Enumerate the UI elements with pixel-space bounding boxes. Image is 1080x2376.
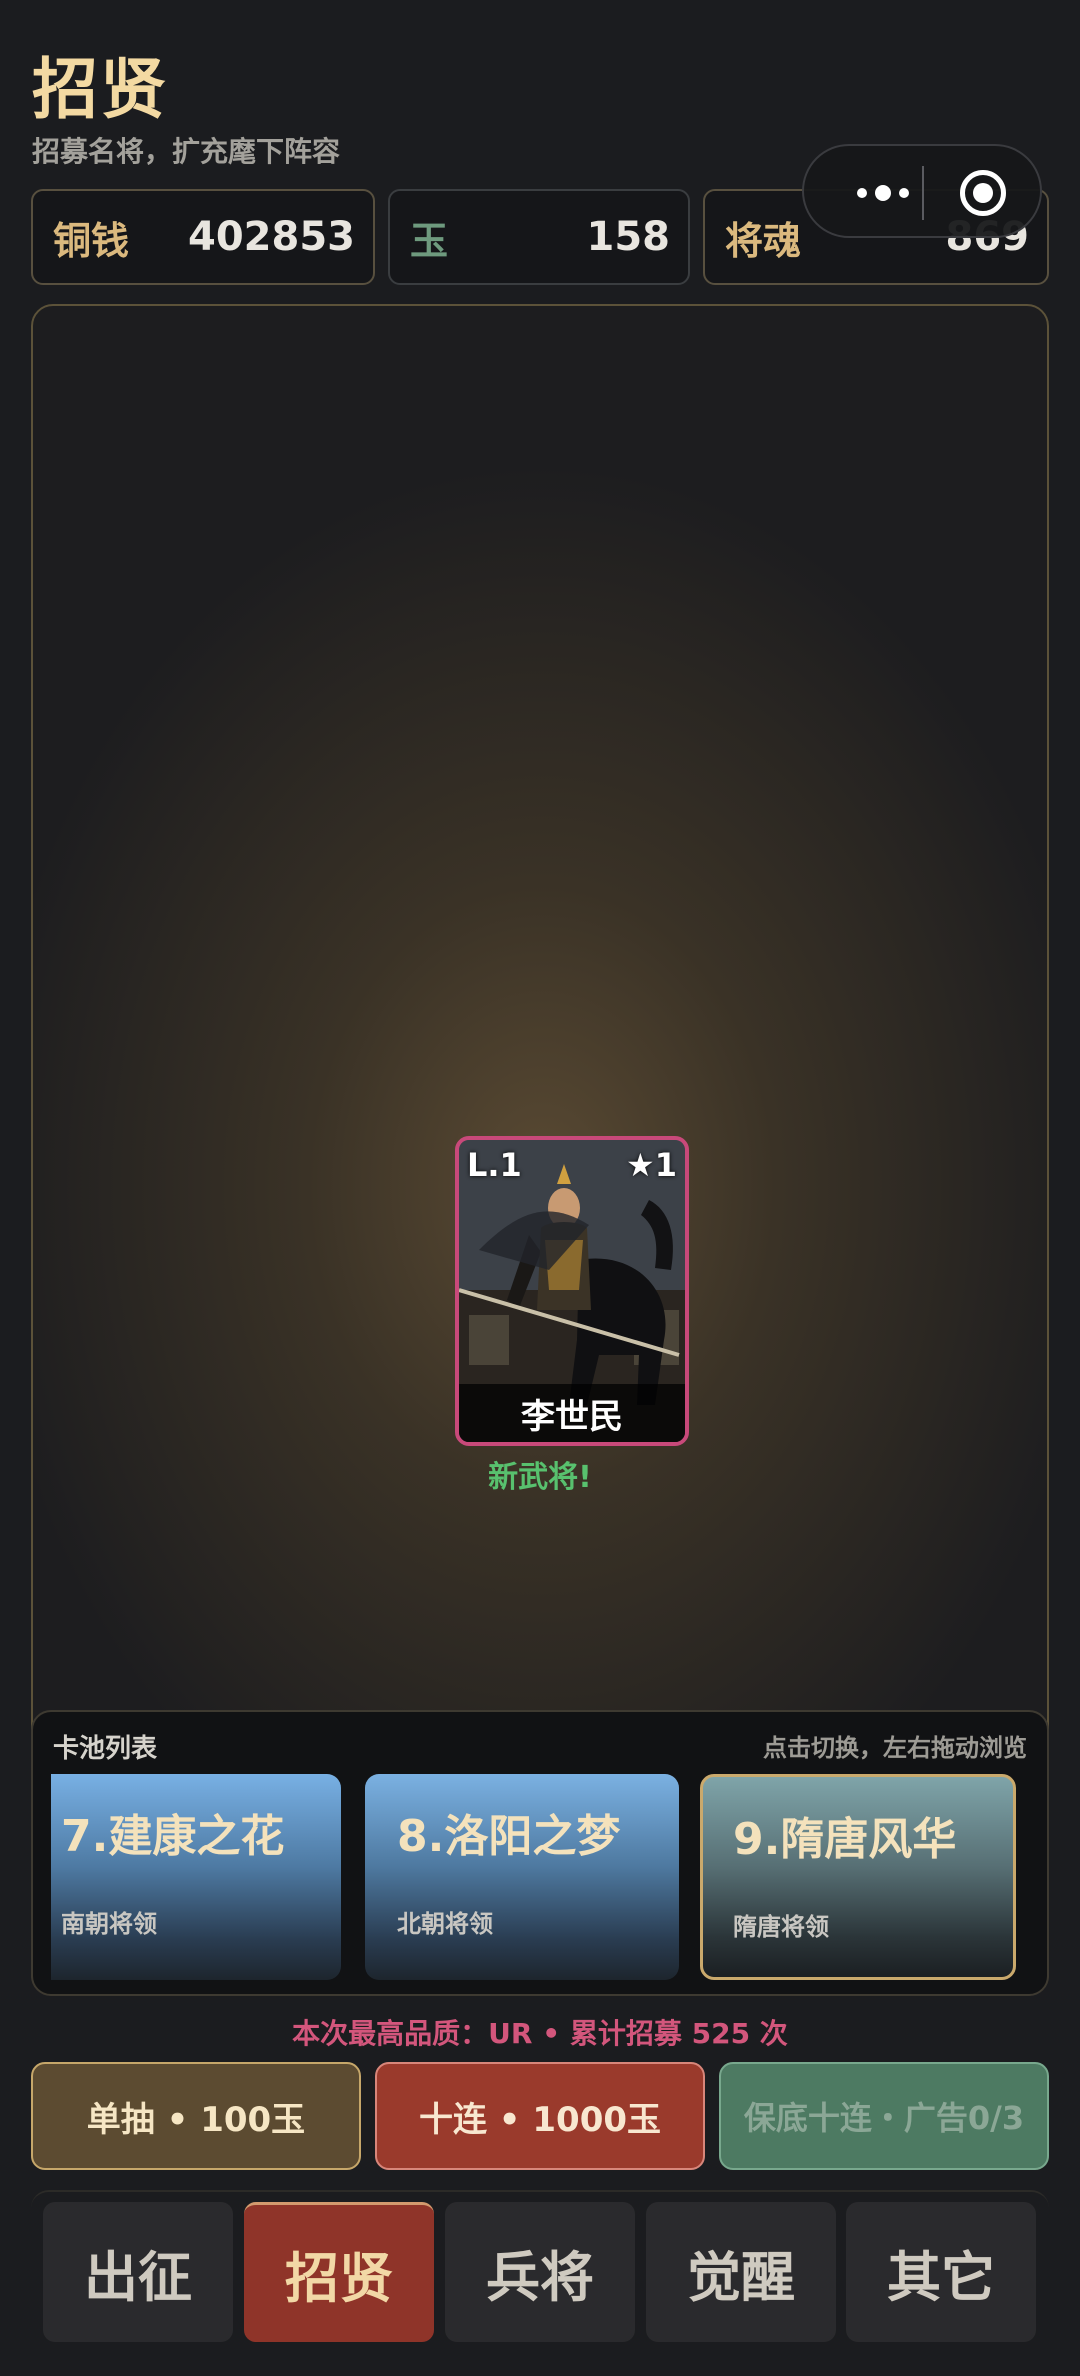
hero-level: L.1 — [467, 1146, 522, 1184]
pool-card-subtitle: 隋唐将领 — [733, 1913, 829, 1941]
pool-card-9-selected[interactable]: 9.隋唐风华 隋唐将领 — [700, 1774, 1016, 1980]
resource-jade-value: 158 — [586, 214, 671, 260]
close-miniprogram-icon[interactable] — [960, 170, 1006, 216]
tab-awaken[interactable]: 觉醒 — [646, 2202, 836, 2342]
single-draw-button[interactable]: 单抽 • 100玉 — [31, 2062, 361, 2170]
hero-star-rating: ★1 — [626, 1146, 677, 1184]
resource-jade: 玉 158 — [388, 189, 690, 285]
tab-other[interactable]: 其它 — [846, 2202, 1036, 2342]
page-title: 招贤 — [32, 51, 168, 128]
miniprogram-capsule — [802, 144, 1042, 238]
pool-card-subtitle: 南朝将领 — [61, 1910, 157, 1938]
capsule-divider — [922, 166, 924, 220]
recruit-summary: 本次最高品质：UR • 累计招募 525 次 — [292, 2017, 788, 2050]
pool-card-title: 8.洛阳之梦 — [397, 1811, 621, 1862]
page-subtitle: 招募名将，扩充麾下阵容 — [32, 135, 341, 168]
ten-draw-button[interactable]: 十连 • 1000玉 — [375, 2062, 705, 2170]
pool-list-title: 卡池列表 — [53, 1734, 158, 1764]
pool-card-title: 7.建康之花 — [61, 1811, 285, 1862]
new-hero-badge: 新武将! — [488, 1460, 592, 1495]
hero-card[interactable]: L.1 ★1 李世民 — [455, 1136, 689, 1446]
hero-name: 李世民 — [459, 1384, 685, 1442]
resource-coin: 铜钱 402853 — [31, 189, 375, 285]
more-menu-icon[interactable] — [838, 146, 928, 240]
resource-soul-label: 将魂 — [725, 218, 802, 263]
tab-recruit[interactable]: 招贤 — [244, 2202, 434, 2342]
resource-jade-label: 玉 — [410, 218, 449, 263]
recruit-page: 招贤 招募名将，扩充麾下阵容 铜钱 402853 玉 158 将魂 869 — [0, 0, 1080, 2376]
pool-card-subtitle: 北朝将领 — [397, 1910, 493, 1938]
pool-card-title: 9.隋唐风华 — [733, 1814, 957, 1865]
pool-card-7[interactable]: 7.建康之花 南朝将领 — [51, 1774, 341, 1980]
resource-coin-value: 402853 — [188, 214, 355, 260]
resource-coin-label: 铜钱 — [53, 218, 130, 263]
card-pool-list: 卡池列表 点击切换，左右拖动浏览 7.建康之花 南朝将领 8.洛阳之梦 北朝将领… — [31, 1710, 1049, 1996]
tab-generals[interactable]: 兵将 — [445, 2202, 635, 2342]
guarantee-ad-draw-button[interactable]: 保底十连・广告0/3 — [719, 2062, 1049, 2170]
pool-card-8[interactable]: 8.洛阳之梦 北朝将领 — [365, 1774, 679, 1980]
pool-list-hint: 点击切换，左右拖动浏览 — [763, 1734, 1027, 1762]
tab-expedition[interactable]: 出征 — [43, 2202, 233, 2342]
